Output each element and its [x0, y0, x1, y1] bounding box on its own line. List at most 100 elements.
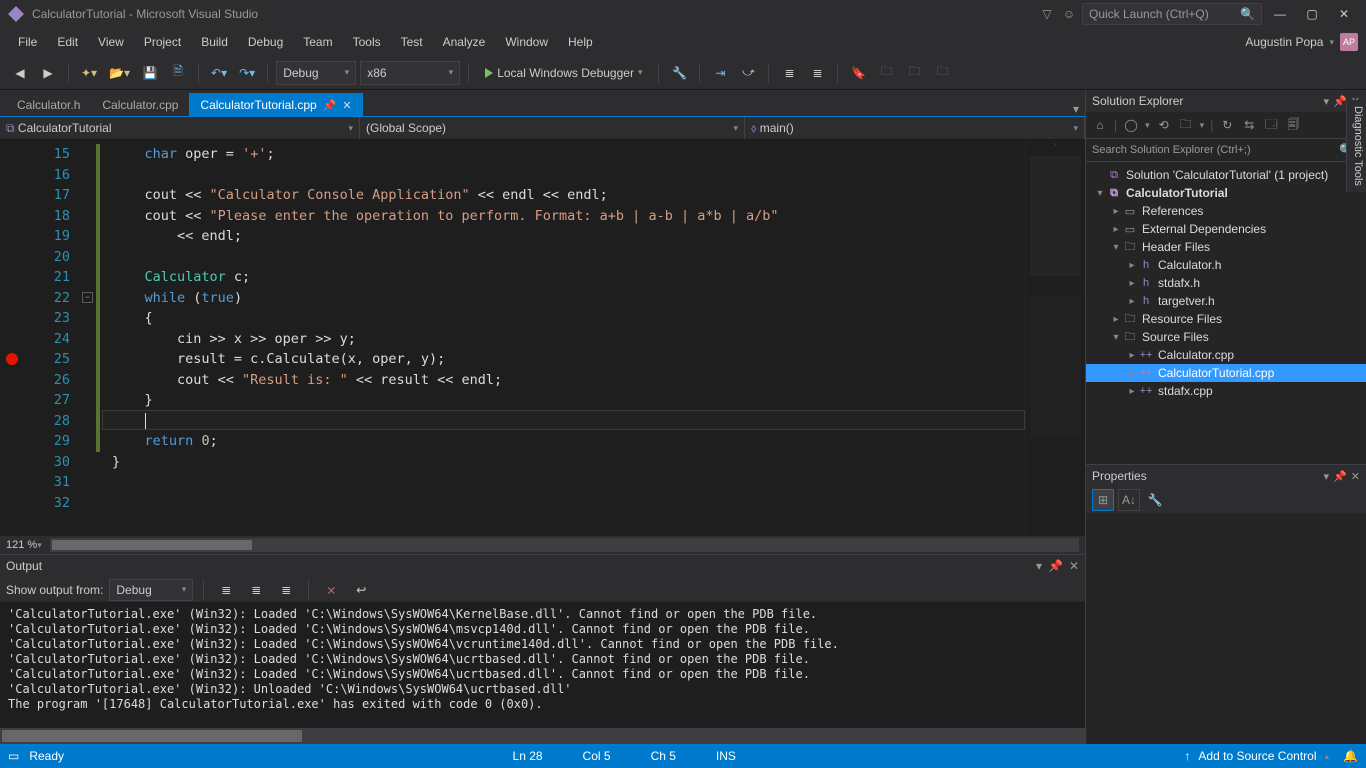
feedback-icon[interactable]: ☺: [1060, 5, 1078, 23]
minimize-button[interactable]: —: [1266, 3, 1294, 25]
output-close-icon[interactable]: ✕: [1069, 559, 1079, 573]
tab-calculator-h[interactable]: Calculator.h: [6, 93, 91, 117]
sx-back-icon[interactable]: ◯: [1123, 117, 1139, 133]
start-debugging-button[interactable]: Local Windows Debugger ▾: [477, 61, 650, 85]
pin-icon[interactable]: 📌: [323, 99, 337, 112]
sx-showall-icon[interactable]: 🗀: [1178, 117, 1194, 133]
alphabetical-button[interactable]: A↓: [1118, 489, 1140, 511]
user-name[interactable]: Augustin Popa: [1245, 35, 1323, 49]
tree-node-calculatortutorial-cpp[interactable]: ▸++CalculatorTutorial.cpp: [1086, 364, 1366, 382]
save-button[interactable]: 💾: [138, 61, 162, 85]
zoom-combo[interactable]: 121 %: [6, 539, 37, 551]
close-button[interactable]: ✕: [1330, 3, 1358, 25]
tree-node-targetver-h[interactable]: ▸htargetver.h: [1086, 292, 1366, 310]
tree-node-source-files[interactable]: ▾🗀Source Files: [1086, 328, 1366, 346]
output-wrap-icon[interactable]: ↩: [349, 578, 373, 602]
uncomment-icon[interactable]: ≣: [805, 61, 829, 85]
tree-node-references[interactable]: ▸▭References: [1086, 202, 1366, 220]
menu-window[interactable]: Window: [495, 31, 558, 53]
sx-home-icon[interactable]: ⌂: [1092, 117, 1108, 133]
tab-calculator-cpp[interactable]: Calculator.cpp: [91, 93, 189, 117]
minimap[interactable]: ⇕: [1025, 140, 1085, 536]
horizontal-scrollbar[interactable]: [50, 538, 1079, 552]
tree-node-solution-calculatortutorial-1-project-[interactable]: ⧉Solution 'CalculatorTutorial' (1 projec…: [1086, 166, 1366, 184]
breakpoint-icon[interactable]: [6, 353, 18, 365]
tree-node-stdafx-h[interactable]: ▸hstdafx.h: [1086, 274, 1366, 292]
panel-close-icon[interactable]: ✕: [1351, 470, 1360, 483]
output-tool-icon[interactable]: ≣: [214, 578, 238, 602]
comment-icon[interactable]: ≣: [777, 61, 801, 85]
tree-node-stdafx-cpp[interactable]: ▸++stdafx.cpp: [1086, 382, 1366, 400]
bookmark-icon[interactable]: 🔖: [846, 61, 870, 85]
toolbar-icon[interactable]: 🗀: [874, 61, 898, 85]
menu-analyze[interactable]: Analyze: [433, 31, 496, 53]
sx-collapse-icon[interactable]: ⇆: [1241, 117, 1257, 133]
menu-test[interactable]: Test: [391, 31, 433, 53]
tree-node-calculatortutorial[interactable]: ▾⧉CalculatorTutorial: [1086, 184, 1366, 202]
menu-build[interactable]: Build: [191, 31, 238, 53]
new-project-button[interactable]: ✦▾: [77, 61, 101, 85]
solution-config-combo[interactable]: Debug▾: [276, 61, 356, 85]
step-over-icon[interactable]: ⤻: [736, 61, 760, 85]
menu-file[interactable]: File: [8, 31, 47, 53]
tab-calculatortutorial-cpp[interactable]: CalculatorTutorial.cpp 📌 ✕: [189, 93, 362, 117]
panel-pin-icon[interactable]: 📌: [1333, 95, 1347, 108]
panel-dropdown-icon[interactable]: ▾: [1324, 470, 1330, 483]
user-avatar[interactable]: AP: [1340, 33, 1358, 51]
menu-help[interactable]: Help: [558, 31, 603, 53]
toolbar-icon[interactable]: 🔧: [667, 61, 691, 85]
categorized-button[interactable]: ⊞: [1092, 489, 1114, 511]
panel-dropdown-icon[interactable]: ▾: [1324, 95, 1330, 108]
code-editor[interactable]: 151617181920212223242526272829303132 − c…: [0, 140, 1085, 536]
tree-node-calculator-h[interactable]: ▸hCalculator.h: [1086, 256, 1366, 274]
menu-view[interactable]: View: [88, 31, 134, 53]
sx-preview-icon[interactable]: 🗐: [1285, 117, 1301, 133]
save-all-button[interactable]: 🗎: [166, 61, 190, 85]
open-file-button[interactable]: 📂▾: [105, 61, 134, 85]
solution-platform-combo[interactable]: x86▾: [360, 61, 460, 85]
sx-refresh-icon[interactable]: ↻: [1219, 117, 1235, 133]
output-pin-icon[interactable]: 📌: [1048, 559, 1063, 573]
redo-button[interactable]: ↷▾: [235, 61, 259, 85]
status-notify-icon[interactable]: 🔔: [1343, 749, 1358, 763]
tree-node-header-files[interactable]: ▾🗀Header Files: [1086, 238, 1366, 256]
close-tab-icon[interactable]: ✕: [342, 99, 351, 112]
step-into-icon[interactable]: ⇥: [708, 61, 732, 85]
menu-debug[interactable]: Debug: [238, 31, 293, 53]
menu-tools[interactable]: Tools: [343, 31, 391, 53]
output-source-combo[interactable]: Debug▾: [109, 579, 193, 601]
wrench-icon[interactable]: 🔧: [1144, 489, 1166, 511]
toolbar-icon[interactable]: 🗀: [930, 61, 954, 85]
tab-overflow-icon[interactable]: ▾: [1073, 102, 1079, 116]
output-text[interactable]: 'CalculatorTutorial.exe' (Win32): Loaded…: [0, 603, 1085, 728]
menu-edit[interactable]: Edit: [47, 31, 88, 53]
add-source-control[interactable]: Add to Source Control: [1198, 749, 1316, 763]
solution-tree[interactable]: ⧉Solution 'CalculatorTutorial' (1 projec…: [1086, 162, 1366, 464]
diagnostic-tools-tab[interactable]: Diagnostic Tools: [1346, 100, 1366, 192]
nav-forward-button[interactable]: ▶: [36, 61, 60, 85]
menu-project[interactable]: Project: [134, 31, 191, 53]
fold-toggle-icon[interactable]: −: [82, 292, 93, 303]
user-name-chevron-icon[interactable]: ▾: [1329, 37, 1334, 48]
tree-node-external-dependencies[interactable]: ▸▭External Dependencies: [1086, 220, 1366, 238]
menu-team[interactable]: Team: [293, 31, 342, 53]
source-control-icon[interactable]: ↑: [1184, 749, 1190, 763]
maximize-button[interactable]: ▢: [1298, 3, 1326, 25]
nav-member-combo[interactable]: ⬨ main()▾: [745, 117, 1085, 139]
output-scrollbar[interactable]: [0, 728, 1085, 744]
output-tool-icon[interactable]: ≣: [244, 578, 268, 602]
quick-launch-input[interactable]: Quick Launch (Ctrl+Q) 🔍: [1082, 3, 1262, 25]
output-clear-icon[interactable]: ⨯: [319, 578, 343, 602]
tree-node-calculator-cpp[interactable]: ▸++Calculator.cpp: [1086, 346, 1366, 364]
solution-explorer-search[interactable]: Search Solution Explorer (Ctrl+;) 🔍▾: [1086, 138, 1366, 162]
sx-properties-icon[interactable]: 🗔: [1263, 117, 1279, 133]
nav-back-button[interactable]: ◀: [8, 61, 32, 85]
nav-project-combo[interactable]: ⧉ CalculatorTutorial▾: [0, 117, 360, 139]
output-tool-icon[interactable]: ≣: [274, 578, 298, 602]
undo-button[interactable]: ↶▾: [207, 61, 231, 85]
sx-sync-icon[interactable]: ⟲: [1156, 117, 1172, 133]
output-dropdown-icon[interactable]: ▾: [1036, 559, 1042, 573]
tree-node-resource-files[interactable]: ▸🗀Resource Files: [1086, 310, 1366, 328]
notifications-icon[interactable]: ▽: [1038, 5, 1056, 23]
toolbar-icon[interactable]: 🗀: [902, 61, 926, 85]
